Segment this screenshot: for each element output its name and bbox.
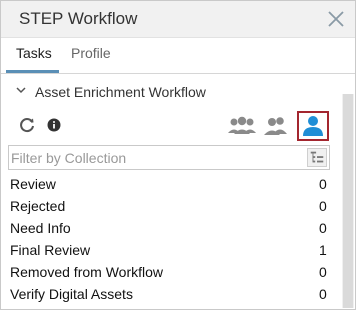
group-me-button[interactable] bbox=[297, 111, 329, 141]
group-team-button[interactable] bbox=[260, 111, 292, 141]
info-icon[interactable] bbox=[47, 118, 61, 132]
panel-title: STEP Workflow bbox=[19, 9, 138, 28]
list-item[interactable]: Verify Digital Assets 0 bbox=[1, 283, 341, 305]
user-icon bbox=[303, 116, 323, 136]
tab-tasks[interactable]: Tasks bbox=[16, 45, 52, 61]
state-count: 0 bbox=[319, 176, 327, 192]
tree-view-icon bbox=[310, 151, 324, 163]
close-icon[interactable] bbox=[327, 10, 345, 28]
workflow-name: Asset Enrichment Workflow bbox=[35, 84, 206, 100]
workflow-toolbar bbox=[1, 109, 341, 143]
scrollbar-thumb[interactable] bbox=[343, 94, 353, 308]
tab-bar: Tasks Profile bbox=[1, 38, 355, 74]
list-item[interactable]: Need Info 0 bbox=[1, 217, 341, 239]
list-item[interactable]: Final Review 1 bbox=[1, 239, 341, 261]
group-team-icon bbox=[264, 117, 287, 135]
filter-input[interactable] bbox=[11, 148, 301, 167]
state-count: 0 bbox=[319, 198, 327, 214]
vertical-scrollbar[interactable] bbox=[342, 94, 354, 308]
group-all-button[interactable] bbox=[226, 111, 258, 141]
workflow-states-list: Review 0 Rejected 0 Need Info 0 Final Re… bbox=[1, 173, 341, 305]
state-label: Verify Digital Assets bbox=[10, 286, 133, 302]
list-item[interactable]: Rejected 0 bbox=[1, 195, 341, 217]
refresh-icon[interactable] bbox=[18, 116, 36, 134]
state-count: 0 bbox=[319, 264, 327, 280]
state-label: Rejected bbox=[10, 198, 66, 214]
state-label: Final Review bbox=[10, 242, 91, 258]
group-all-icon bbox=[228, 116, 256, 134]
chevron-down-icon[interactable] bbox=[14, 83, 28, 97]
workflow-section-header[interactable]: Asset Enrichment Workflow bbox=[1, 75, 341, 107]
state-label: Need Info bbox=[10, 220, 71, 236]
state-count: 0 bbox=[319, 286, 327, 302]
tab-profile[interactable]: Profile bbox=[71, 45, 111, 61]
active-tab-indicator bbox=[6, 70, 59, 73]
state-count: 0 bbox=[319, 220, 327, 236]
state-label: Removed from Workflow bbox=[10, 264, 164, 280]
state-label: Review bbox=[10, 176, 56, 192]
list-item[interactable]: Review 0 bbox=[1, 173, 341, 195]
collection-filter bbox=[8, 145, 330, 170]
state-count: 1 bbox=[319, 242, 327, 258]
tree-view-button[interactable] bbox=[307, 148, 327, 167]
title-bar: STEP Workflow bbox=[1, 1, 355, 38]
workflow-panel: STEP Workflow Tasks Profile Asset Enrich… bbox=[0, 0, 356, 310]
list-item[interactable]: Removed from Workflow 0 bbox=[1, 261, 341, 283]
